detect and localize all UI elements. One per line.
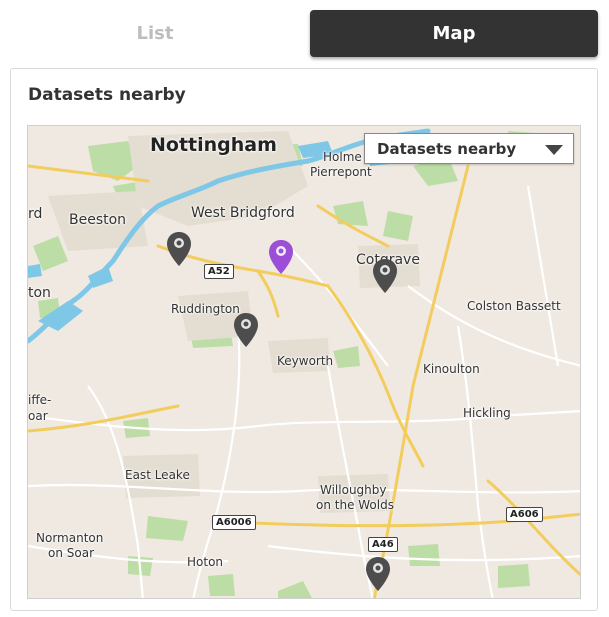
map-view[interactable]: Nottingham Holme Pierrepont rd Beeston W… [27, 125, 581, 599]
place-label-on-soar: on Soar [48, 546, 95, 560]
place-label-iffe: iffe- [28, 393, 52, 407]
place-label-nottingham: Nottingham [150, 134, 277, 156]
road-shield-a606: A606 [506, 507, 543, 522]
place-label-hickling: Hickling [463, 406, 511, 420]
place-label-beeston: Beeston [69, 212, 127, 228]
selected-dataset-pin-icon[interactable] [268, 239, 294, 275]
place-label-ton: ton [28, 285, 51, 301]
tab-map[interactable]: Map [310, 10, 598, 57]
tab-list[interactable]: List [10, 10, 300, 57]
place-label-pierrepont: Pierrepont [310, 165, 372, 179]
dataset-pin-icon[interactable] [233, 312, 259, 348]
place-label-east-leake: East Leake [125, 468, 190, 482]
dataset-pin-icon[interactable] [166, 231, 192, 267]
dropdown-selected-value: Datasets nearby [377, 139, 517, 158]
panel-title: Datasets nearby [28, 85, 186, 105]
chevron-down-icon [545, 145, 563, 155]
place-label-keyworth: Keyworth [277, 354, 334, 368]
place-label-holme: Holme [323, 150, 362, 164]
road-shield-a6006: A6006 [212, 515, 256, 530]
place-label-willoughby: Willoughby [320, 483, 387, 497]
dataset-filter-dropdown[interactable]: Datasets nearby [364, 133, 574, 164]
place-label-ord: rd [28, 206, 43, 222]
place-label-on-the-wolds: on the Wolds [316, 498, 394, 512]
place-label-west-bridgford: West Bridgford [191, 205, 295, 221]
place-label-oar: oar [28, 409, 48, 423]
road-shield-a52: A52 [204, 264, 234, 279]
place-label-kinoulton: Kinoulton [423, 362, 480, 376]
place-label-normanton: Normanton [36, 531, 104, 545]
dataset-pin-icon[interactable] [365, 556, 391, 592]
dataset-pin-icon[interactable] [372, 258, 398, 294]
place-label-colston-bassett: Colston Bassett [467, 299, 561, 313]
datasets-panel: Datasets nearby Nottingham Holme Pierrep… [10, 68, 598, 611]
road-shield-a46: A46 [368, 537, 398, 552]
place-label-hoton: Hoton [187, 555, 224, 569]
place-label-ruddington: Ruddington [171, 302, 240, 316]
